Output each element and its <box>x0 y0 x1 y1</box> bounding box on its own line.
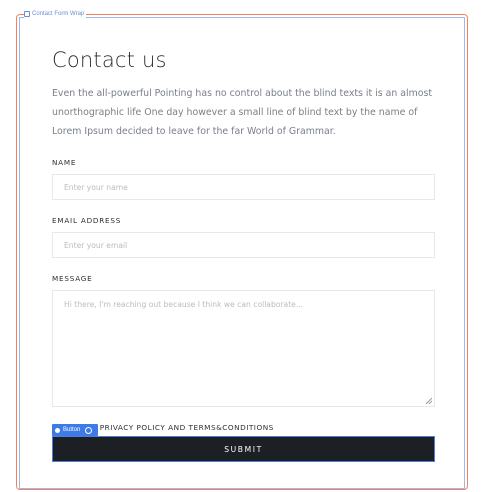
element-chip-label: Button <box>63 427 81 433</box>
frame-tag-label: Contact Form Wrap <box>32 11 85 17</box>
message-label: MESSAGE <box>52 274 93 283</box>
email-input[interactable]: Enter your email <box>52 232 435 258</box>
name-label: NAME <box>52 158 77 167</box>
submit-button[interactable]: SUBMIT <box>52 436 435 462</box>
element-handle-icon <box>55 427 60 433</box>
message-placeholder: Hi there, I'm reaching out because I thi… <box>64 300 304 309</box>
name-placeholder: Enter your name <box>64 182 128 192</box>
resize-handle-icon[interactable] <box>426 398 432 404</box>
frame-icon <box>24 11 30 17</box>
message-textarea[interactable]: Hi there, I'm reaching out because I thi… <box>52 290 435 407</box>
frame-tag[interactable]: Contact Form Wrap <box>24 9 87 19</box>
gear-icon[interactable] <box>85 426 93 434</box>
page-title: Contact us <box>52 48 167 72</box>
email-placeholder: Enter your email <box>64 240 128 250</box>
intro-text: Even the all-powerful Pointing has no co… <box>52 88 433 137</box>
name-input[interactable]: Enter your name <box>52 174 435 200</box>
email-label: EMAIL ADDRESS <box>52 216 122 225</box>
element-chip[interactable]: Button <box>52 424 98 436</box>
